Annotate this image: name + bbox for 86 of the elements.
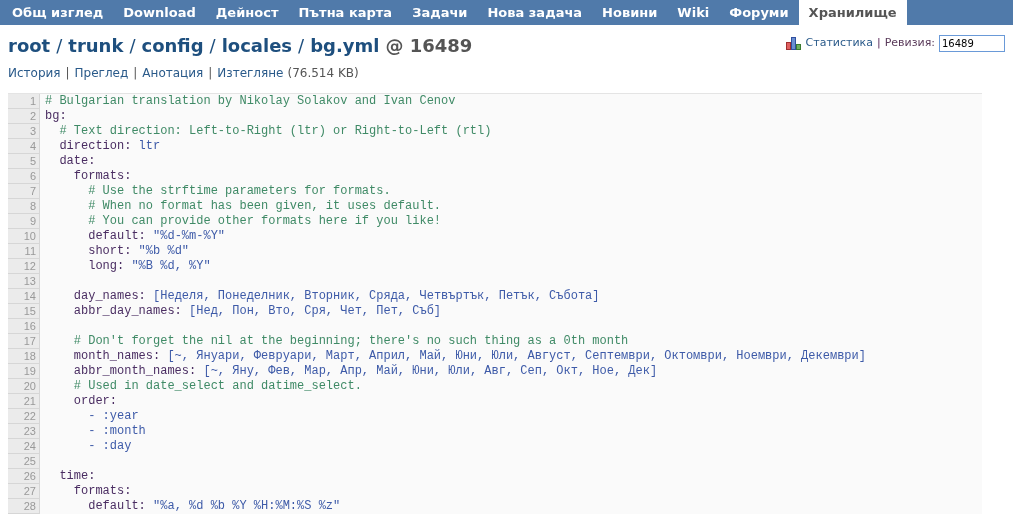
code-line: short: "%b %d" (87, 244, 190, 259)
code-line: - :day (87, 439, 132, 454)
line-number: 16 (8, 319, 40, 334)
line-number: 22 (8, 409, 40, 424)
line-number: 6 (8, 169, 40, 184)
path-link[interactable]: root (8, 34, 51, 58)
code-line: # When no format has been given, it uses default. (87, 199, 442, 214)
file-action-link[interactable]: Анотация (142, 64, 204, 82)
code-line: # Text direction: Left-to-Right (ltr) or Right-to-Left (rtl) (58, 124, 492, 139)
link-separator: | (208, 65, 213, 82)
line-number: 20 (8, 379, 40, 394)
code-line: # Don't forget the nil at the beginning; there's no such thing as a 0th month (72, 334, 629, 349)
line-number: 5 (8, 154, 40, 169)
line-number: 14 (8, 289, 40, 304)
menu-tab[interactable]: Пътна карта (288, 0, 403, 25)
code-line: # Use the strftime parameters for formats. (87, 184, 391, 199)
line-number: 12 (8, 259, 40, 274)
path-separator: / (298, 34, 305, 58)
statistics-link[interactable]: Статистика (805, 35, 873, 52)
line-number: 21 (8, 394, 40, 409)
line-number: 1 (8, 94, 40, 109)
path-link[interactable]: locales (221, 34, 293, 58)
menu-tab[interactable]: Нова задача (477, 0, 593, 25)
path-link[interactable]: bg.yml (310, 34, 380, 58)
code-line: month_names: [~, Януари, Февруари, Март, Април, Май, Юни, Юли, Август, Септември, Октомври, Ноември, Декември] (72, 349, 866, 364)
bar-chart-icon (785, 37, 802, 50)
code-line: - :year (87, 409, 139, 424)
path-separator: / (209, 34, 216, 58)
menu-tab[interactable]: Задачи (402, 0, 478, 25)
code-line: formats: (72, 484, 132, 499)
line-number: 19 (8, 364, 40, 379)
code-line: abbr_day_names: [Нед, Пон, Вто, Сря, Чет, Пет, Съб] (72, 304, 442, 319)
line-number: 26 (8, 469, 40, 484)
path-separator: / (56, 34, 63, 58)
line-number: 27 (8, 484, 40, 499)
line-number: 15 (8, 304, 40, 319)
line-number: 18 (8, 349, 40, 364)
line-number: 13 (8, 274, 40, 289)
menu-tab[interactable]: Download (113, 0, 206, 25)
revision-field[interactable]: 16489 (939, 35, 1005, 52)
code-line: abbr_month_names: [~, Яну, Фев, Мар, Апр, Май, Юни, Юли, Авг, Сеп, Окт, Ное, Дек] (72, 364, 658, 379)
line-number: 24 (8, 439, 40, 454)
revision-label: Ревизия: (884, 35, 935, 52)
code-line: day_names: [Неделя, Понеделник, Вторник, Сряда, Четвъртък, Петък, Събота] (72, 289, 600, 304)
menu-tab[interactable]: Новини (592, 0, 668, 25)
line-number: 3 (8, 124, 40, 139)
code-line: default: "%d-%m-%Y" (87, 229, 226, 244)
path-separator: / (129, 34, 136, 58)
path-link[interactable]: config (141, 34, 204, 58)
file-size: (76.514 KB) (287, 65, 359, 82)
line-number: 7 (8, 184, 40, 199)
line-number: 2 (8, 109, 40, 124)
code-line: direction: ltr (58, 139, 161, 154)
link-separator: | (876, 35, 881, 52)
code-line: order: (72, 394, 117, 409)
menu-tab[interactable]: Хранилище (798, 0, 907, 25)
code-line: bg: (44, 109, 67, 124)
line-number: 8 (8, 199, 40, 214)
file-action-link[interactable]: Преглед (74, 64, 129, 82)
menu-tab[interactable]: Форуми (719, 0, 799, 25)
line-number: 4 (8, 139, 40, 154)
path-link[interactable]: trunk (68, 34, 124, 58)
code-line: - :month (87, 424, 146, 439)
code-line: # Bulgarian translation by Nikolay Solakov and Ivan Cenov (44, 94, 456, 109)
code-line: long: "%B %d, %Y" (87, 259, 211, 274)
line-number: 10 (8, 229, 40, 244)
line-number: 25 (8, 454, 40, 469)
code-line: date: (58, 154, 96, 169)
revision-number: @ 16489 (385, 34, 473, 58)
line-number: 23 (8, 424, 40, 439)
line-number: 9 (8, 214, 40, 229)
code-line: formats: (72, 169, 132, 184)
menu-tab[interactable]: Дейност (205, 0, 289, 25)
menu-tab[interactable]: Wiki (667, 0, 720, 25)
line-number: 11 (8, 244, 40, 259)
link-separator: | (133, 65, 138, 82)
menu-tab[interactable]: Общ изглед (2, 0, 114, 25)
code-line: default: "%a, %d %b %Y %H:%M:%S %z" (87, 499, 341, 514)
code-line: time: (58, 469, 96, 484)
line-number: 17 (8, 334, 40, 349)
code-line: # Used in date_select and datime_select. (72, 379, 362, 394)
link-separator: | (65, 65, 70, 82)
file-action-link[interactable]: История (8, 64, 61, 82)
line-number: 28 (8, 499, 40, 514)
code-line: # You can provide other formats here if you like! (87, 214, 442, 229)
file-action-link[interactable]: Изтегляне (217, 64, 284, 82)
